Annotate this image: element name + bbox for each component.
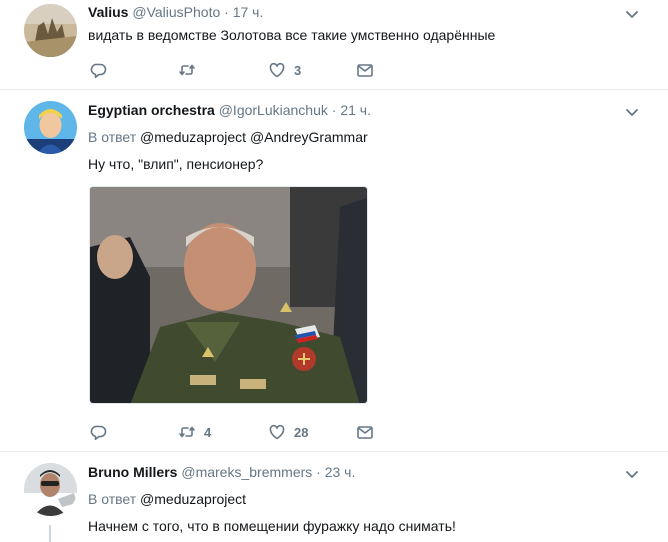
avatar[interactable] <box>24 101 77 154</box>
username[interactable]: @mareks_bremmers <box>181 464 312 480</box>
tweet-header: Egyptian orchestra @IgorLukianchuk · 21 … <box>88 101 371 119</box>
avatar[interactable] <box>24 4 77 57</box>
display-name[interactable]: Valius <box>88 4 128 20</box>
retweet-count: 4 <box>204 424 212 440</box>
avatar[interactable] <box>24 463 77 516</box>
heart-icon <box>269 62 285 78</box>
tweet[interactable]: Egyptian orchestra @IgorLukianchuk · 21 … <box>0 91 668 452</box>
tweet[interactable]: Valius @ValiusPhoto · 17 ч. видать в вед… <box>0 0 668 90</box>
retweet-button[interactable]: 4 <box>178 422 211 442</box>
timestamp[interactable]: 21 ч. <box>340 102 371 118</box>
retweet-icon <box>179 64 195 76</box>
tweet-photo[interactable] <box>89 186 368 404</box>
tweet[interactable]: Bruno Millers @mareks_bremmers · 23 ч. В… <box>0 453 668 542</box>
reply-button[interactable] <box>90 422 116 442</box>
display-name[interactable]: Egyptian orchestra <box>88 102 215 118</box>
reply-button[interactable] <box>90 60 116 80</box>
reply-context: В ответ @meduzaproject @AndreyGrammar <box>88 128 368 146</box>
chevron-down-icon[interactable] <box>624 6 640 22</box>
chevron-down-icon[interactable] <box>624 466 640 482</box>
separator-dot: · <box>316 464 321 480</box>
reply-prefix: В ответ <box>88 491 137 507</box>
heart-icon <box>269 424 285 440</box>
message-icon <box>357 64 373 77</box>
timestamp[interactable]: 23 ч. <box>325 464 356 480</box>
separator-dot: · <box>224 4 229 20</box>
message-icon <box>357 426 373 439</box>
retweet-button[interactable] <box>178 60 204 80</box>
separator-dot: · <box>331 102 337 118</box>
reply-prefix: В ответ <box>88 129 137 145</box>
username[interactable]: @IgorLukianchuk <box>219 102 328 118</box>
timestamp[interactable]: 17 ч. <box>233 4 264 20</box>
message-button[interactable] <box>356 60 374 80</box>
username[interactable]: @ValiusPhoto <box>132 4 220 20</box>
tweet-text: Начнем с того, что в помещении фуражку н… <box>88 518 456 534</box>
chevron-down-icon[interactable] <box>624 104 640 120</box>
like-button[interactable]: 28 <box>268 422 308 442</box>
tweet-text: Ну что, "влип", пенсионер? <box>88 156 264 172</box>
display-name[interactable]: Bruno Millers <box>88 464 177 480</box>
like-button[interactable]: 3 <box>268 60 301 80</box>
message-button[interactable] <box>356 422 374 442</box>
tweet-actions: 3 <box>90 60 390 80</box>
reply-icon <box>90 425 107 441</box>
tweet-text: видать в ведомстве Золотова все такие ум… <box>88 27 496 43</box>
reply-mentions[interactable]: @meduzaproject <box>140 491 246 507</box>
retweet-icon <box>179 426 195 438</box>
thread-line <box>49 525 51 542</box>
like-count: 28 <box>294 424 309 440</box>
tweet-header: Valius @ValiusPhoto · 17 ч. <box>88 3 263 21</box>
tweet-header: Bruno Millers @mareks_bremmers · 23 ч. <box>88 463 355 481</box>
reply-icon <box>90 63 107 79</box>
reply-mentions[interactable]: @meduzaproject @AndreyGrammar <box>140 129 368 145</box>
tweet-actions: 4 28 <box>90 422 390 442</box>
reply-context: В ответ @meduzaproject <box>88 490 246 508</box>
like-count: 3 <box>294 62 302 78</box>
